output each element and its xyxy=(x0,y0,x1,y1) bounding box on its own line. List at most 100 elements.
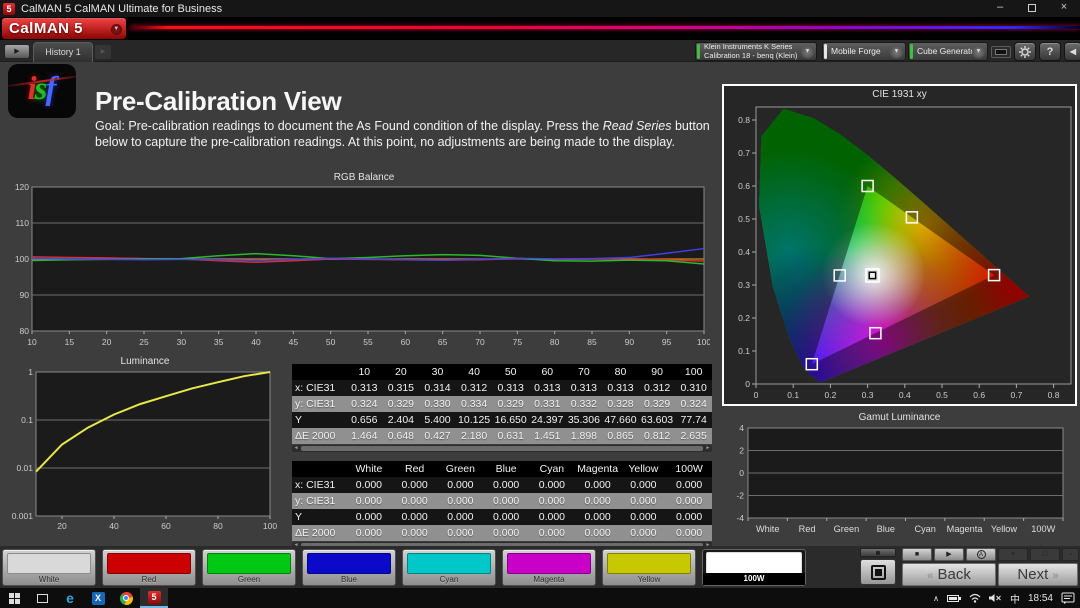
chart-title: CIE 1931 xy xyxy=(724,89,1075,100)
close-button[interactable]: × xyxy=(1048,0,1080,17)
svg-text:1: 1 xyxy=(28,368,33,377)
maximize-button[interactable] xyxy=(1016,0,1048,17)
hidden-icons-button[interactable]: ∧ xyxy=(933,594,939,603)
tab-scroll-button[interactable]: ▶ xyxy=(4,44,30,59)
table-cell: 0.000 xyxy=(529,477,575,493)
svg-text:65: 65 xyxy=(438,337,448,347)
cie-1931-plot: 00.10.20.30.40.50.60.70.800.10.20.30.40.… xyxy=(726,101,1075,403)
read-series-button[interactable]: A xyxy=(966,548,996,561)
aux-button-2[interactable]: □ xyxy=(1030,548,1060,561)
stop-icon: ■ xyxy=(915,551,919,558)
windows-taskbar: e X 5 ∧ 中 18:54 xyxy=(0,588,1080,608)
pattern-window-mini-button[interactable] xyxy=(860,548,896,557)
taskbar-clock[interactable]: 18:54 xyxy=(1028,593,1053,604)
table-cell xyxy=(292,461,346,477)
pattern-swatch-red[interactable]: Red xyxy=(102,549,196,586)
minimize-button[interactable]: – xyxy=(984,0,1016,17)
table-cell: 0.334 xyxy=(456,396,493,412)
svg-text:10: 10 xyxy=(27,337,37,347)
rgb-balance-plot: 1201101009080101520253035404550556065707… xyxy=(14,184,710,348)
swatch-label: Magenta xyxy=(503,575,595,584)
stop-read-button[interactable]: ■ xyxy=(902,548,932,561)
chrome-taskbar-button[interactable] xyxy=(112,588,140,608)
tab-stub[interactable]: ▶ xyxy=(95,45,111,59)
speaker-muted-icon[interactable] xyxy=(989,593,1002,603)
back-button[interactable]: « Back xyxy=(902,563,996,586)
table-cell: y: CIE31 xyxy=(292,396,346,412)
table-cell: 0.000 xyxy=(621,493,667,509)
scrollbar-thumb[interactable] xyxy=(301,446,703,451)
pattern-swatch-magenta[interactable]: Magenta xyxy=(502,549,596,586)
table-cell: 5.400 xyxy=(419,412,456,428)
main-content: isf Pre-Calibration View Goal: Pre-calib… xyxy=(0,62,1080,546)
calman-logo-menu[interactable]: CalMAN 5 ▼ xyxy=(2,18,126,39)
svg-text:40: 40 xyxy=(251,337,261,347)
svg-text:100: 100 xyxy=(263,521,277,531)
wifi-icon[interactable] xyxy=(969,593,981,603)
svg-text:45: 45 xyxy=(289,337,299,347)
start-button[interactable] xyxy=(0,588,28,608)
aux-button-3[interactable]: ◦ xyxy=(1062,548,1079,561)
pattern-swatch-blue[interactable]: Blue xyxy=(302,549,396,586)
notification-icon[interactable] xyxy=(1061,592,1075,604)
task-view-button[interactable] xyxy=(28,588,56,608)
pattern-swatch-yellow[interactable]: Yellow xyxy=(602,549,696,586)
swatch-label: Cyan xyxy=(403,575,495,584)
svg-text:100W: 100W xyxy=(1031,524,1055,534)
table-scrollbar[interactable]: ◄ ► xyxy=(292,445,712,452)
svg-text:15: 15 xyxy=(65,337,75,347)
next-button[interactable]: Next » xyxy=(998,563,1078,586)
table-cell: 30 xyxy=(419,364,456,380)
table-cell: 0.631 xyxy=(492,428,529,444)
calman-taskbar-button[interactable]: 5 xyxy=(140,588,168,608)
pattern-swatch-white[interactable]: White xyxy=(2,549,96,586)
windows-logo-icon xyxy=(9,593,20,604)
aux-button-1[interactable]: × xyxy=(998,548,1028,561)
luminance-chart: Luminance 10.10.010.00120406080100 xyxy=(10,356,280,544)
svg-text:-4: -4 xyxy=(736,513,744,523)
svg-text:110: 110 xyxy=(15,218,29,228)
dot-icon xyxy=(876,551,880,555)
help-button[interactable]: ? xyxy=(1039,42,1061,61)
source-dropdown[interactable]: Mobile Forge ▼ xyxy=(822,42,906,61)
task-view-icon xyxy=(37,594,48,603)
display-osd-button[interactable] xyxy=(991,46,1011,58)
table-cell: 80 xyxy=(602,364,639,380)
window-title: CalMAN 5 CalMAN Ultimate for Business xyxy=(21,3,222,15)
generator-dropdown[interactable]: Cube Generator ▼ xyxy=(908,42,988,61)
swatch-color-chip xyxy=(407,553,491,574)
pattern-swatch-green[interactable]: Green xyxy=(202,549,296,586)
x-app-taskbar-button[interactable]: X xyxy=(84,588,112,608)
svg-text:70: 70 xyxy=(475,337,485,347)
edge-taskbar-button[interactable]: e xyxy=(56,588,84,608)
disabled-icon: □ xyxy=(1043,551,1047,558)
pattern-swatch-100w[interactable]: 100W xyxy=(702,549,806,586)
svg-text:-2: -2 xyxy=(736,491,744,501)
calman-app-icon: 5 xyxy=(3,3,15,15)
table-cell: 0.310 xyxy=(675,380,712,396)
isf-letter-f: f xyxy=(46,71,57,107)
svg-text:Cyan: Cyan xyxy=(914,524,935,534)
scroll-left-icon[interactable]: ◄ xyxy=(292,445,300,452)
pattern-swatch-cyan[interactable]: Cyan xyxy=(402,549,496,586)
chevron-down-icon: ▼ xyxy=(890,45,903,58)
table-cell: 0.313 xyxy=(602,380,639,396)
read-continuous-button[interactable]: ▶ xyxy=(934,548,964,561)
ime-indicator[interactable]: 中 xyxy=(1010,591,1020,606)
tab-history-1[interactable]: History 1 xyxy=(33,42,93,62)
luminance-plot: 10.10.010.00120406080100 xyxy=(10,368,278,544)
chevron-down-icon: ▼ xyxy=(972,45,985,58)
battery-icon[interactable] xyxy=(947,594,961,603)
table-cell: 0.000 xyxy=(483,477,529,493)
svg-text:120: 120 xyxy=(15,184,29,192)
speaker-button[interactable]: ◀ xyxy=(1064,42,1080,61)
swatch-color-chip xyxy=(7,553,91,574)
scroll-right-icon[interactable]: ► xyxy=(704,445,712,452)
settings-button[interactable] xyxy=(1014,42,1036,61)
svg-text:30: 30 xyxy=(177,337,187,347)
svg-text:0.4: 0.4 xyxy=(738,247,750,257)
meter-dropdown[interactable]: Klein Instruments K Series Calibration 1… xyxy=(695,42,817,61)
table-cell: 1.898 xyxy=(566,428,603,444)
svg-text:25: 25 xyxy=(139,337,149,347)
stop-pattern-button[interactable] xyxy=(860,559,896,585)
